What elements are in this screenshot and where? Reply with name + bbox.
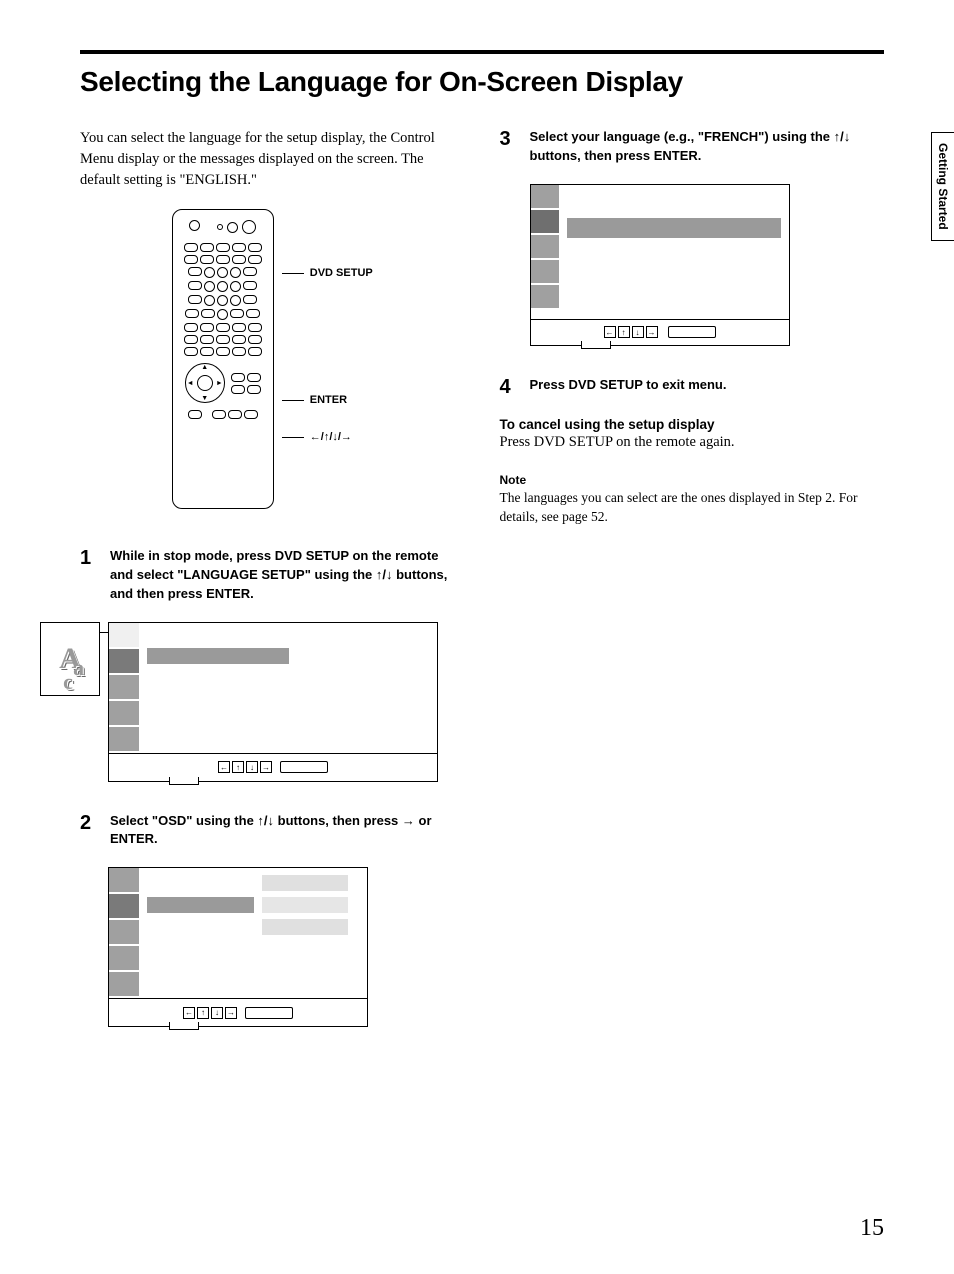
step-4: 4 Press DVD SETUP to exit menu. bbox=[500, 376, 885, 399]
callout-arrows: ←/↑/↓/→ bbox=[310, 431, 352, 443]
direction-icons: ←↑↓→ bbox=[604, 326, 658, 338]
step-number: 4 bbox=[500, 376, 518, 399]
step-2: 2 Select "OSD" using the ↑/↓ buttons, th… bbox=[80, 812, 465, 850]
enter-icon bbox=[245, 1007, 293, 1019]
step-1: 1 While in stop mode, press DVD SETUP on… bbox=[80, 547, 465, 604]
callout-dvd-setup: DVD SETUP bbox=[310, 267, 373, 279]
page-number: 15 bbox=[860, 1215, 884, 1242]
right-column: 3 Select your language (e.g., "FRENCH") … bbox=[500, 128, 885, 1057]
remote-callouts: DVD SETUP ENTER ←/↑/↓/→ bbox=[282, 267, 373, 443]
direction-icons: ←↑↓→ bbox=[218, 761, 272, 773]
osd-screenshot-1: Aac bbox=[108, 622, 438, 782]
section-tab: Getting Started bbox=[931, 132, 954, 241]
page-title: Selecting the Language for On-Screen Dis… bbox=[80, 66, 884, 98]
step-number: 3 bbox=[500, 128, 518, 151]
step-text: While in stop mode, press DVD SETUP on t… bbox=[110, 547, 465, 604]
content-columns: You can select the language for the setu… bbox=[80, 128, 884, 1057]
cancel-heading: To cancel using the setup display bbox=[500, 417, 885, 432]
intro-paragraph: You can select the language for the setu… bbox=[80, 128, 465, 191]
left-column: You can select the language for the setu… bbox=[80, 128, 465, 1057]
note-heading: Note bbox=[500, 473, 885, 487]
remote-body: ▲ ▼ ◄ ► bbox=[172, 209, 274, 509]
top-rule bbox=[80, 50, 884, 54]
language-icon: Aac bbox=[40, 622, 100, 696]
step-text: Press DVD SETUP to exit menu. bbox=[530, 376, 727, 395]
direction-icons: ←↑↓→ bbox=[183, 1007, 237, 1019]
cancel-body: Press DVD SETUP on the remote again. bbox=[500, 434, 885, 451]
remote-illustration: ▲ ▼ ◄ ► bbox=[80, 209, 465, 509]
step-number: 1 bbox=[80, 547, 98, 570]
enter-icon bbox=[668, 326, 716, 338]
callout-enter: ENTER bbox=[310, 394, 347, 406]
note-body: The languages you can select are the one… bbox=[500, 489, 885, 527]
osd-screenshot-3: ←↑↓→ bbox=[530, 184, 790, 346]
step-3: 3 Select your language (e.g., "FRENCH") … bbox=[500, 128, 885, 166]
nav-wheel-icon: ▲ ▼ ◄ ► bbox=[185, 363, 225, 403]
enter-icon bbox=[280, 761, 328, 773]
step-text: Select "OSD" using the ↑/↓ buttons, then… bbox=[110, 812, 465, 850]
osd-screenshot-2: ←↑↓→ bbox=[108, 867, 368, 1027]
step-text: Select your language (e.g., "FRENCH") us… bbox=[530, 128, 885, 166]
step-number: 2 bbox=[80, 812, 98, 835]
